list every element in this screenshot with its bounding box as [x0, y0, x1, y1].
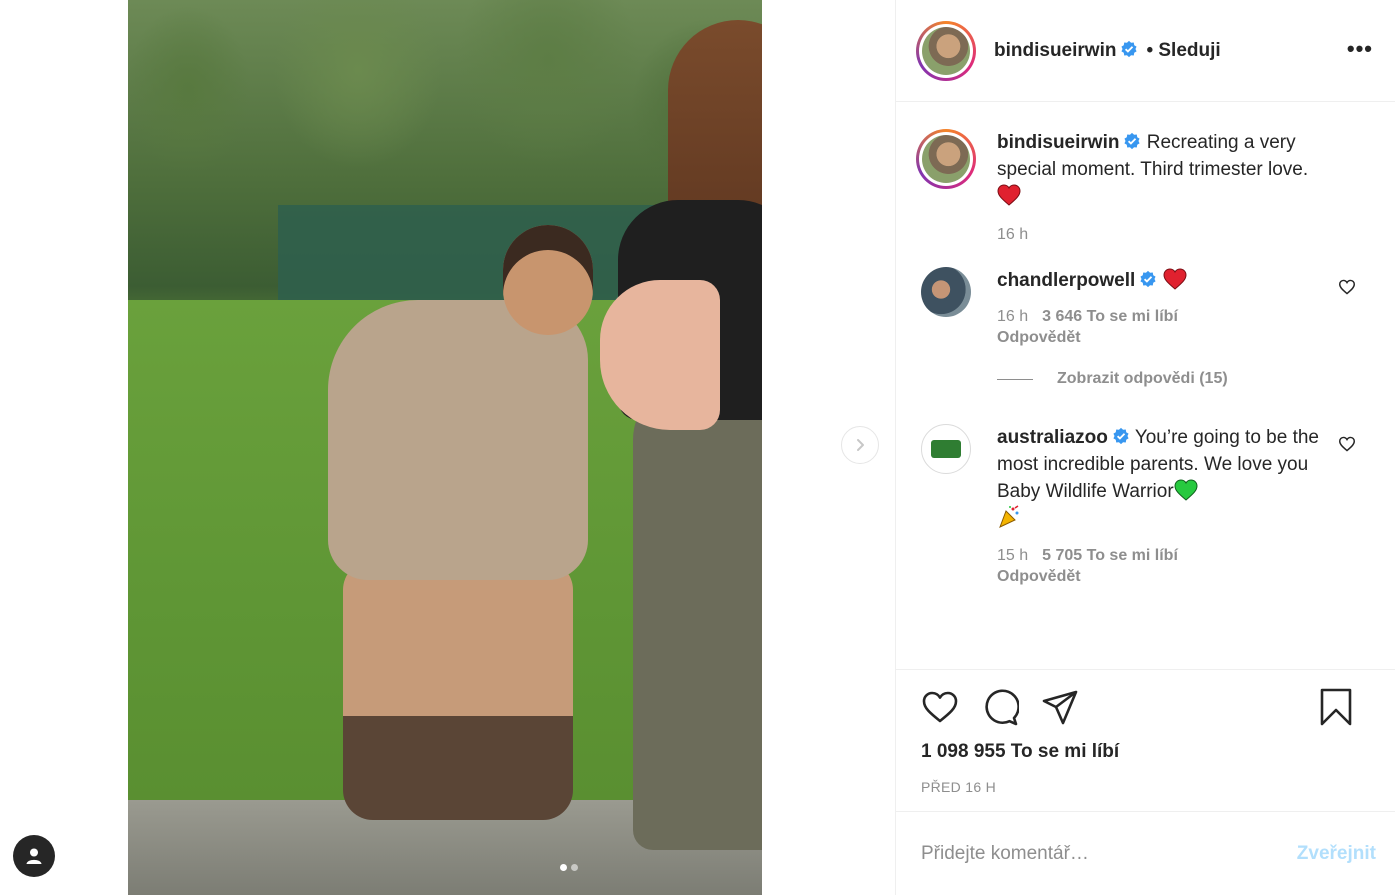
chevron-right-icon — [857, 439, 864, 451]
photo-woman-legs — [633, 380, 762, 850]
comment-meta: 15 h 5 705 To se mi líbí Odpovědět — [997, 545, 1327, 587]
caption-username[interactable]: bindisueirwin — [997, 132, 1119, 153]
profile-avatar-button[interactable] — [13, 835, 55, 877]
reply-button[interactable]: Odpovědět — [997, 566, 1327, 587]
comment-username[interactable]: australiazoo — [997, 427, 1108, 448]
verified-badge-icon — [1140, 270, 1156, 288]
like-comment-heart-icon[interactable] — [1338, 436, 1356, 452]
author-avatar-image — [922, 26, 970, 75]
caption-time[interactable]: 16 h — [997, 224, 1327, 245]
caption-author-avatar-image — [922, 135, 970, 183]
party-popper-emoji-icon — [999, 505, 1019, 528]
add-comment-form: Zveřejnit — [896, 811, 1395, 895]
comment-username[interactable]: chandlerpowell — [997, 270, 1135, 291]
more-options-icon[interactable]: ••• — [1347, 36, 1373, 62]
caption-body: bindisueirwin Recreating a very special … — [997, 129, 1327, 245]
comments-list[interactable]: bindisueirwin Recreating a very special … — [896, 103, 1395, 669]
photo-man-head — [503, 225, 593, 335]
share-paper-plane-icon[interactable] — [1041, 689, 1079, 725]
view-replies-line — [997, 378, 1033, 380]
australia-zoo-logo — [931, 440, 961, 458]
user-icon — [26, 848, 42, 864]
action-bar — [921, 688, 1376, 726]
comment-body: chandlerpowell 16 h 3 646 To se mi líbí O… — [997, 267, 1327, 348]
view-replies-button[interactable]: Zobrazit odpovědi (15) — [997, 370, 1376, 388]
save-bookmark-icon[interactable] — [1319, 688, 1353, 726]
author-username[interactable]: bindisueirwin — [994, 40, 1138, 62]
comment-bubble-icon[interactable] — [981, 688, 1019, 726]
post-actions: 1 098 955 To se mi líbí PŘED 16 H — [896, 669, 1395, 811]
post-side-panel: bindisueirwin • Sleduji ••• bindisueirwi… — [895, 0, 1395, 895]
commenter-avatar[interactable] — [921, 267, 971, 317]
following-button[interactable]: • Sleduji — [1146, 40, 1220, 62]
photo-man-shirt — [328, 300, 588, 580]
author-avatar[interactable] — [916, 20, 976, 81]
caption: bindisueirwin Recreating a very special … — [916, 129, 1376, 245]
caption-author-avatar[interactable] — [916, 129, 976, 189]
comment-likes[interactable]: 5 705 To se mi líbí — [1042, 547, 1178, 564]
post-header: bindisueirwin • Sleduji ••• — [896, 0, 1395, 102]
comment-input[interactable] — [921, 842, 1297, 865]
comment-meta: 16 h 3 646 To se mi líbí Odpovědět — [997, 306, 1327, 348]
verified-badge-icon — [1113, 427, 1129, 445]
like-heart-icon[interactable] — [921, 690, 959, 724]
comment-item: australiazoo You’re going to be the most… — [916, 424, 1376, 587]
view-replies-label: Zobrazit odpovědi (15) — [1057, 370, 1228, 387]
comment-likes[interactable]: 3 646 To se mi líbí — [1042, 308, 1178, 325]
post-timestamp[interactable]: PŘED 16 H — [921, 779, 1376, 795]
post-likes-count[interactable]: 1 098 955 To se mi líbí — [921, 741, 1376, 763]
media-area — [0, 0, 895, 895]
publish-comment-button[interactable]: Zveřejnit — [1297, 843, 1376, 865]
like-comment-heart-icon[interactable] — [1338, 279, 1356, 295]
photo-man-legs — [343, 560, 573, 820]
carousel-dot — [571, 864, 578, 871]
reply-button[interactable]: Odpovědět — [997, 327, 1327, 348]
carousel-next-button[interactable] — [841, 426, 879, 464]
comment-body: australiazoo You’re going to be the most… — [997, 424, 1327, 587]
red-heart-emoji-icon — [1163, 268, 1187, 290]
red-heart-emoji-icon — [997, 184, 1021, 206]
verified-badge-icon — [1121, 40, 1138, 57]
carousel-dots — [560, 864, 578, 871]
photo-belly — [600, 280, 720, 430]
post-photo[interactable] — [128, 0, 762, 895]
carousel-dot-active — [560, 864, 567, 871]
commenter-avatar[interactable] — [921, 424, 971, 474]
comment-item: chandlerpowell 16 h 3 646 To se mi líbí O… — [916, 267, 1376, 348]
comment-time[interactable]: 15 h — [997, 547, 1028, 564]
green-heart-emoji-icon — [1174, 479, 1198, 501]
comment-time[interactable]: 16 h — [997, 308, 1028, 325]
verified-badge-icon — [1124, 132, 1141, 150]
